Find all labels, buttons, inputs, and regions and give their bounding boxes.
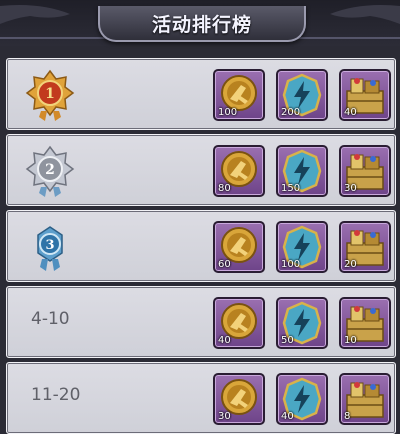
reward-quantity: 20	[344, 259, 357, 270]
reward-item[interactable]: 50	[276, 297, 328, 349]
reward-quantity: 40	[218, 335, 231, 346]
title-plate: 活动排行榜	[98, 6, 306, 42]
reward-quantity: 40	[344, 107, 357, 118]
reward-quantity: 80	[218, 183, 231, 194]
ranking-row-3: 3 60 100 20	[6, 210, 396, 282]
reward-item[interactable]: 30	[339, 145, 391, 197]
reward-list: 100 200 40	[213, 69, 391, 121]
reward-list: 30 40 8	[213, 373, 391, 425]
reward-list: 60 100 20	[213, 221, 391, 273]
reward-list: 40 50 10	[213, 297, 391, 349]
reward-item[interactable]: 20	[339, 221, 391, 273]
reward-item[interactable]: 10	[339, 297, 391, 349]
reward-list: 80 150 30	[213, 145, 391, 197]
reward-quantity: 30	[344, 183, 357, 194]
reward-item[interactable]: 150	[276, 145, 328, 197]
rank-range-label: 11-20	[31, 385, 81, 405]
rank-number: 3	[45, 238, 54, 253]
ranking-row-1: 1 100 200 40	[6, 58, 396, 130]
reward-item[interactable]: 40	[339, 69, 391, 121]
gold-medal-icon: 1	[25, 69, 75, 121]
reward-item[interactable]: 100	[276, 221, 328, 273]
ranking-row-2: 2 80 150 30	[6, 134, 396, 206]
silver-medal-icon: 2	[25, 145, 75, 197]
reward-quantity: 10	[344, 335, 357, 346]
reward-quantity: 200	[281, 107, 301, 118]
reward-item[interactable]: 40	[276, 373, 328, 425]
reward-item[interactable]: 80	[213, 145, 265, 197]
reward-item[interactable]: 60	[213, 221, 265, 273]
rank-range-label: 4-10	[31, 309, 70, 329]
header-bar: 活动排行榜	[0, 0, 400, 46]
reward-quantity: 100	[281, 259, 301, 270]
reward-quantity: 40	[281, 411, 294, 422]
reward-quantity: 8	[344, 411, 351, 422]
reward-item[interactable]: 30	[213, 373, 265, 425]
reward-quantity: 100	[218, 107, 238, 118]
reward-quantity: 50	[281, 335, 294, 346]
reward-quantity: 60	[218, 259, 231, 270]
page-title: 活动排行榜	[151, 13, 252, 36]
reward-item[interactable]: 200	[276, 69, 328, 121]
blue-medal-icon: 3	[37, 226, 63, 271]
reward-quantity: 150	[281, 183, 301, 194]
reward-quantity: 30	[218, 411, 231, 422]
ranking-row-5: 11-20 30 40 8	[6, 362, 396, 434]
reward-item[interactable]: 8	[339, 373, 391, 425]
reward-item[interactable]: 40	[213, 297, 265, 349]
reward-item[interactable]: 100	[213, 69, 265, 121]
ranking-row-4: 4-10 40 50 10	[6, 286, 396, 358]
rank-number: 1	[45, 86, 55, 102]
rank-number: 2	[45, 162, 55, 178]
